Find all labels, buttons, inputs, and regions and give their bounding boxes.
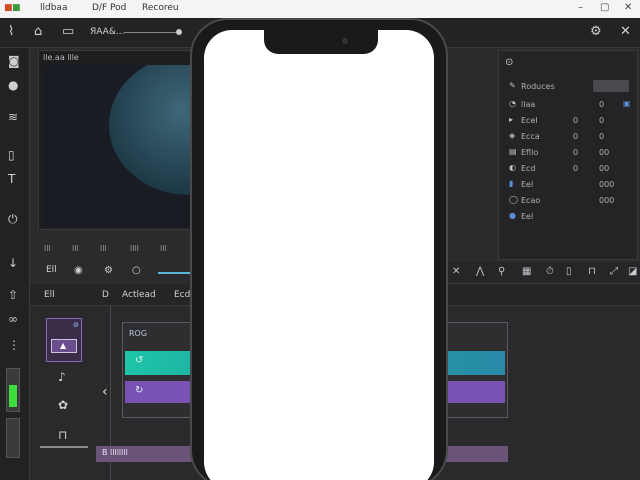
app-logo-icon-2: ■ (12, 3, 21, 13)
home-icon[interactable]: ⌂ (34, 24, 42, 39)
property-row[interactable]: ▸ Ecel 0 0 (505, 115, 633, 129)
settings-gear-icon[interactable]: ⚙ (104, 265, 113, 276)
marker-icon[interactable]: ⚲ (498, 266, 505, 277)
keyframe-icon[interactable]: ▯ (566, 266, 572, 277)
audio-clip-icon: ↻ (135, 385, 144, 396)
split-icon[interactable]: ⋮ (8, 338, 20, 352)
zoom-slider[interactable] (124, 32, 180, 33)
close-icon[interactable]: ✕ (624, 2, 632, 13)
panel-options-icon[interactable]: ⊙ (505, 57, 513, 68)
grid-icon[interactable]: ▦ (522, 266, 531, 277)
control-label: lll (160, 244, 167, 253)
property-row[interactable]: ▮ Eel 000 (505, 179, 633, 193)
signal-icon[interactable]: ≋ (8, 110, 18, 124)
camera-icon (342, 38, 348, 44)
tab-edit[interactable]: Ell (44, 290, 55, 300)
row-icon: ▸ (509, 115, 514, 124)
audio-level-meter-2 (6, 418, 20, 458)
pin-icon[interactable]: ↓ (8, 256, 18, 270)
row-icon: ◈ (509, 131, 516, 140)
snap-icon[interactable]: ⊓ (588, 266, 596, 277)
track-label: ROG (129, 329, 148, 338)
maximize-icon[interactable]: ▢ (600, 2, 609, 13)
row-icon: ▮ (509, 179, 514, 188)
zoom-slider-handle[interactable] (176, 29, 182, 35)
transport-bar: Ell ◉ ⚙ ○ (38, 262, 198, 282)
timeline-tool-column: ⊘ ▲ ♪ ✿ ⊓ (38, 312, 92, 462)
property-row[interactable]: ◔ llaa 0 ▣ (505, 99, 633, 113)
phone-notch (264, 30, 378, 54)
preview-canvas[interactable] (43, 65, 191, 227)
viewer-title: lle.aa llle (43, 53, 79, 62)
control-label: llll (130, 244, 139, 253)
property-row[interactable]: ◯ Ecao 000 (505, 195, 633, 209)
property-row[interactable]: ▤ Efllo 0 00 (505, 147, 633, 161)
clip-thumbnail[interactable]: ⊘ ▲ (46, 318, 82, 362)
tab-audio[interactable]: Actlead (122, 290, 156, 300)
panel-header: ✎ Roduces (505, 80, 633, 95)
media-icon[interactable]: ◙ (8, 54, 20, 68)
panel-dropdown[interactable] (593, 80, 629, 92)
record-icon[interactable]: ◉ (74, 265, 83, 276)
checkbox-icon[interactable]: ▣ (623, 99, 631, 108)
property-row[interactable]: ● Eel (505, 211, 633, 225)
properties-panel: ⊙ ✎ Roduces ◔ llaa 0 ▣ ▸ Ecel 0 0 ◈ Ecca 0 0 ▤ Efl… (498, 50, 638, 260)
property-row[interactable]: ◐ Ecd 0 00 (505, 163, 633, 177)
row-icon: ◐ (509, 163, 516, 172)
control-label: lll (100, 244, 107, 253)
power-icon[interactable]: ⏻ (8, 212, 18, 227)
chart-icon[interactable]: ⌇ (8, 24, 14, 39)
minimize-icon[interactable]: – (578, 2, 583, 13)
upload-icon[interactable]: ⇧ (8, 288, 18, 302)
title-bar: ■ ■ lldbaa D/F Pod Recoreu – ▢ ✕ (0, 0, 640, 18)
control-label: lll (72, 244, 79, 253)
back-arrow-icon[interactable]: ‹ (102, 384, 108, 400)
phone-screen[interactable] (204, 30, 434, 480)
link-icon: ⊘ (73, 321, 79, 329)
planet-image (109, 65, 191, 195)
row-icon: ◔ (509, 99, 516, 108)
settings-icon[interactable]: ⚙ (590, 24, 602, 39)
thumbnail-frame: ▲ (51, 339, 77, 353)
lock-icon[interactable]: ⊓ (58, 428, 67, 442)
control-labels: lll lll lll llll lll (38, 244, 194, 258)
trim-icon[interactable]: ⋀ (476, 266, 484, 277)
close-panel-icon[interactable]: ✕ (620, 24, 631, 39)
app-title: lldbaa (40, 3, 68, 13)
clip-icon[interactable]: ▯ (8, 148, 15, 162)
level-fill (9, 385, 17, 407)
property-row[interactable]: ◈ Ecca 0 0 (505, 131, 633, 145)
play-circle-icon[interactable]: ○ (132, 265, 141, 276)
zoom-icon[interactable]: ⤢ (610, 266, 618, 277)
video-clip-icon: ↺ (135, 355, 144, 366)
left-sidebar: ◙ ● ≋ ▯ T ⏻ ↓ ⇧ ∞ ⋮ (0, 48, 30, 480)
volume-slider[interactable] (40, 446, 88, 448)
audio-level-meter (6, 368, 20, 412)
mountain-icon: ▲ (60, 341, 67, 350)
transport-label: Ell (46, 265, 57, 275)
menu-label[interactable]: Recoreu (142, 3, 179, 13)
text-icon[interactable]: T (8, 172, 15, 186)
cut-icon[interactable]: ✕ (452, 266, 460, 277)
effect-icon[interactable]: ✿ (58, 398, 68, 412)
control-label: lll (44, 244, 51, 253)
row-icon: ● (509, 211, 516, 220)
row-icon: ◯ (509, 195, 518, 204)
bottom-clip-label: B llllllll (102, 448, 128, 457)
folder-icon[interactable]: ▭ (62, 24, 74, 39)
speed-icon[interactable]: ⏱ (546, 266, 554, 277)
tab-d[interactable]: D (102, 290, 109, 300)
link-icon[interactable]: ∞ (8, 312, 18, 326)
edit-icon: ✎ (509, 81, 516, 90)
phone-frame (190, 18, 448, 480)
row-icon: ▤ (509, 147, 517, 156)
tab-effects[interactable]: Ecd (174, 290, 190, 300)
project-label: ЯAA&... (90, 27, 125, 37)
fullscreen-icon[interactable]: ◪ (628, 266, 637, 277)
disc-icon[interactable]: ● (8, 78, 18, 92)
preview-viewer: lle.aa llle (38, 50, 194, 230)
timeline-tools-strip: ✕ ⋀ ⚲ ▦ ⏱ ▯ ⊓ ⤢ ◪ (446, 262, 640, 284)
file-title: D/F Pod (92, 3, 127, 13)
audio-icon[interactable]: ♪ (58, 370, 66, 384)
